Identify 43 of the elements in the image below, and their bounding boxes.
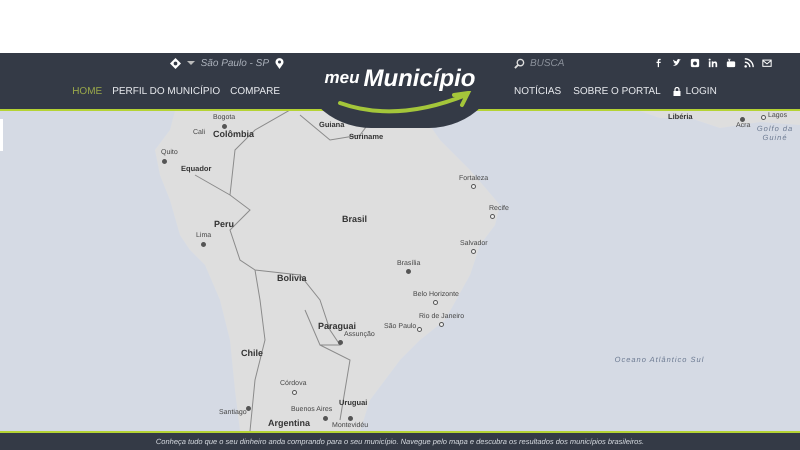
nav-link[interactable]: HOME bbox=[72, 84, 102, 98]
city-marker-icon bbox=[471, 249, 476, 254]
city-marker-icon bbox=[292, 390, 297, 395]
rss-icon[interactable] bbox=[744, 58, 754, 68]
city-marker-icon bbox=[417, 327, 422, 332]
city-marker-icon bbox=[348, 416, 353, 421]
city-marker-icon bbox=[471, 184, 476, 189]
country-label: Argentina bbox=[268, 418, 310, 430]
nav-link[interactable]: SOBRE O PORTAL bbox=[573, 84, 661, 98]
lock-icon bbox=[672, 86, 681, 96]
search-icon bbox=[514, 58, 525, 68]
video-icon[interactable] bbox=[726, 58, 736, 68]
linkedin-icon[interactable] bbox=[708, 58, 718, 68]
city-marker-icon bbox=[246, 406, 251, 411]
country-label: Colômbia bbox=[213, 129, 254, 140]
caret-icon[interactable] bbox=[186, 60, 195, 66]
camera-icon[interactable] bbox=[690, 58, 700, 68]
city-marker-icon bbox=[761, 115, 766, 120]
country-label: Bolivia bbox=[277, 273, 307, 284]
city-marker-icon bbox=[433, 300, 438, 305]
nav-link[interactable]: LOGIN bbox=[672, 84, 717, 98]
nav-link[interactable]: NOTÍCIAS bbox=[514, 84, 562, 98]
nav-link[interactable]: COMPARE bbox=[230, 84, 280, 98]
crosshair-icon[interactable] bbox=[170, 58, 181, 68]
city-marker-icon bbox=[490, 214, 495, 219]
search-field[interactable]: BUSCA bbox=[530, 56, 630, 70]
mail-icon[interactable] bbox=[762, 58, 772, 68]
city-marker-icon bbox=[162, 159, 167, 164]
bird-icon[interactable] bbox=[672, 58, 682, 68]
city-marker-icon bbox=[201, 242, 206, 247]
country-label: Peru bbox=[214, 219, 234, 230]
country-label: Chile bbox=[241, 348, 264, 360]
country-label: Brasil bbox=[342, 214, 368, 226]
city-marker-icon bbox=[406, 269, 411, 274]
city-marker-icon bbox=[439, 322, 444, 327]
city-marker-icon bbox=[222, 124, 227, 129]
pin-icon[interactable] bbox=[275, 58, 284, 68]
country-label: Paraguai bbox=[318, 321, 356, 331]
nav-link[interactable]: PERFIL DO MUNICÍPIO bbox=[112, 84, 220, 98]
city-marker-icon bbox=[740, 117, 745, 122]
city-marker-icon bbox=[338, 340, 343, 345]
location-text[interactable]: São Paulo - SP bbox=[200, 56, 269, 70]
city-marker-icon bbox=[323, 416, 328, 421]
